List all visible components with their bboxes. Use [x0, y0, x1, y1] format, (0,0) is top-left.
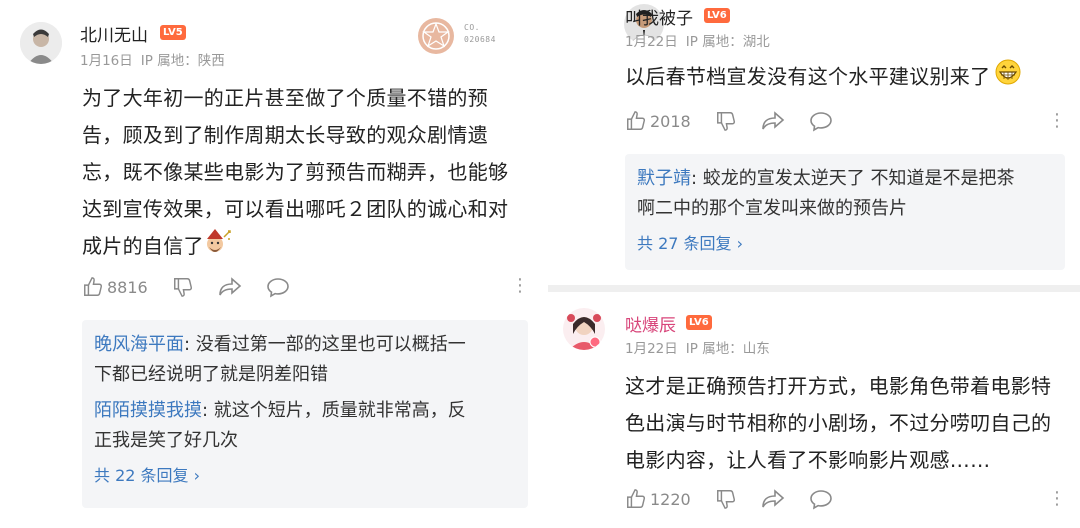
ip-location: IP 属地：湖北: [685, 34, 770, 50]
comment-button[interactable]: [266, 276, 290, 298]
chevron-right-icon: ›: [193, 466, 201, 485]
ip-location: IP 属地：陕西: [140, 53, 225, 69]
thumbs-up-icon: [84, 277, 103, 296]
reply-text: 蛟龙的宣发太逆天了 不知道是不是把茶: [702, 168, 1015, 189]
chevron-right-icon: ›: [736, 234, 744, 253]
thumbs-up-icon: [627, 111, 646, 130]
dislike-button[interactable]: [715, 110, 737, 132]
comment-line: 成片的自信了: [82, 234, 204, 258]
reply-username[interactable]: 陌陌摸摸我摸: [94, 400, 202, 421]
comment-actions: 2018: [625, 110, 857, 132]
reply-text: 下都已经说明了就是阴差阳错: [94, 364, 328, 385]
more-icon[interactable]: ⋮: [1048, 490, 1066, 508]
thumbs-up-icon: [627, 489, 646, 508]
more-icon[interactable]: ⋮: [511, 277, 529, 295]
reply-text: 啊二中的那个宣发叫来做的预告片: [637, 198, 907, 219]
comment-card-3: 哒爆辰 LV6 1月22日 IP 属地：山东 这才是正确预告打开方式，电影角色带着…: [563, 292, 1080, 528]
comment-meta: 1月22日 IP 属地：山东: [625, 337, 770, 357]
stamp-text: CO. 020684: [464, 23, 496, 44]
like-button[interactable]: 8816: [82, 276, 148, 298]
comment-text: 以后春节档宣发没有这个水平建议别来了: [625, 58, 1065, 98]
username[interactable]: 哒爆辰: [625, 311, 676, 336]
comment-button[interactable]: [809, 488, 833, 510]
username[interactable]: 叫我被子: [625, 4, 693, 29]
comment-date: 1月22日: [625, 341, 678, 357]
medal-icon: [418, 18, 454, 54]
panel-separator: [548, 0, 600, 528]
like-count: 8816: [107, 277, 148, 297]
reply-username[interactable]: 晚风海平面: [94, 334, 184, 355]
reply-box: 默子靖: 蛟龙的宣发太逆天了 不知道是不是把茶 啊二中的那个宣发叫来做的预告片 共…: [625, 154, 1065, 270]
dislike-button[interactable]: [172, 276, 194, 298]
reply-item[interactable]: 晚风海平面: 没看过第一部的这里也可以概括一 下都已经说明了就是阴差阳错: [94, 330, 516, 390]
reply-text: 正我是笑了好几次: [94, 430, 238, 451]
share-icon: [761, 489, 784, 508]
comment-icon: [809, 490, 832, 510]
level-badge: LV5: [160, 25, 186, 40]
decoration-stamp: CO. 020684: [416, 16, 516, 56]
comment-actions: 1220: [625, 488, 857, 510]
share-icon: [218, 277, 241, 296]
reply-text: 就这个短片，质量就非常高，反: [213, 400, 466, 421]
user-avatar[interactable]: [20, 22, 62, 64]
like-button[interactable]: 2018: [625, 110, 691, 132]
comment-line: 电影内容，让人看了不影响影片观感……: [625, 448, 991, 472]
grinning-emoji: [994, 58, 1022, 98]
view-replies-link[interactable]: 共 22 条回复 ›: [94, 462, 516, 486]
ip-location: IP 属地：山东: [685, 341, 770, 357]
comment-line: 为了大年初一的正片甚至做了个质量不错的预: [82, 86, 488, 110]
more-icon[interactable]: ⋮: [1048, 112, 1066, 130]
comment-line: 这才是正确预告打开方式，电影角色带着电影特: [625, 374, 1052, 398]
card-separator: [548, 285, 1080, 292]
reply-item[interactable]: 默子靖: 蛟龙的宣发太逆天了 不知道是不是把茶 啊二中的那个宣发叫来做的预告片: [637, 164, 1053, 224]
thumbs-down-icon: [173, 278, 192, 297]
wizard-emoji: [204, 228, 232, 267]
comment-actions: 8816: [82, 276, 314, 298]
comment-line-last: 以后春节档宣发没有这个水平建议别来了: [625, 58, 1065, 98]
reply-count: 共 27 条回复: [637, 234, 732, 253]
dislike-button[interactable]: [715, 488, 737, 510]
view-replies-link[interactable]: 共 27 条回复 ›: [637, 230, 1053, 254]
comment-meta: 1月16日 IP 属地：陕西: [80, 49, 225, 69]
comment-icon: [809, 112, 832, 132]
reply-count: 共 22 条回复: [94, 466, 189, 485]
share-button[interactable]: [761, 110, 785, 132]
like-button[interactable]: 1220: [625, 488, 691, 510]
share-button[interactable]: [218, 276, 242, 298]
thumbs-down-icon: [716, 112, 735, 131]
comment-line: 告，顾及到了制作周期太长导致的观众剧情遗: [82, 123, 488, 147]
reply-text: 没看过第一部的这里也可以概括一: [195, 334, 466, 355]
reply-box: 晚风海平面: 没看过第一部的这里也可以概括一 下都已经说明了就是阴差阳错 陌陌摸摸…: [82, 320, 528, 508]
comment-meta: 1月22日 IP 属地：湖北: [625, 30, 770, 50]
comment-line: 色出演与时节相称的小剧场，不过分唠叨自己的: [625, 411, 1052, 435]
comment-date: 1月22日: [625, 34, 678, 50]
comment-card-1: 北川无山 LV5 1月16日 IP 属地：陕西 CO. 020684 为了大年初一…: [0, 0, 548, 528]
comment-text: 为了大年初一的正片甚至做了个质量不错的预 告，顾及到了制作周期太长导致的观众剧情…: [82, 80, 522, 267]
comment-date: 1月16日: [80, 53, 133, 69]
comment-button[interactable]: [809, 110, 833, 132]
thumbs-down-icon: [716, 490, 735, 509]
share-button[interactable]: [761, 488, 785, 510]
like-count: 1220: [650, 489, 691, 509]
level-badge: LV6: [686, 315, 712, 330]
comment-card-2: 叫我被子 LV6 1月22日 IP 属地：湖北 以后春节档宣发没有这个水平建议别来…: [600, 0, 1080, 285]
comment-icon: [266, 278, 289, 298]
comment-line-last: 成片的自信了: [82, 228, 522, 267]
comment-text: 这才是正确预告打开方式，电影角色带着电影特 色出演与时节相称的小剧场，不过分唠叨…: [625, 368, 1065, 479]
user-avatar[interactable]: [563, 308, 605, 350]
reply-item[interactable]: 陌陌摸摸我摸: 就这个短片，质量就非常高，反 正我是笑了好几次: [94, 396, 516, 456]
share-icon: [761, 111, 784, 130]
username[interactable]: 北川无山: [80, 21, 148, 46]
comment-line: 达到宣传效果，可以看出哪吒２团队的诚心和对: [82, 197, 509, 221]
level-badge: LV6: [704, 8, 730, 23]
reply-username[interactable]: 默子靖: [637, 168, 691, 189]
comment-line: 以后春节档宣发没有这个水平建议别来了: [625, 64, 991, 89]
comment-line: 忘，既不像某些电影为了剪预告而糊弄，也能够: [82, 160, 509, 184]
like-count: 2018: [650, 111, 691, 131]
